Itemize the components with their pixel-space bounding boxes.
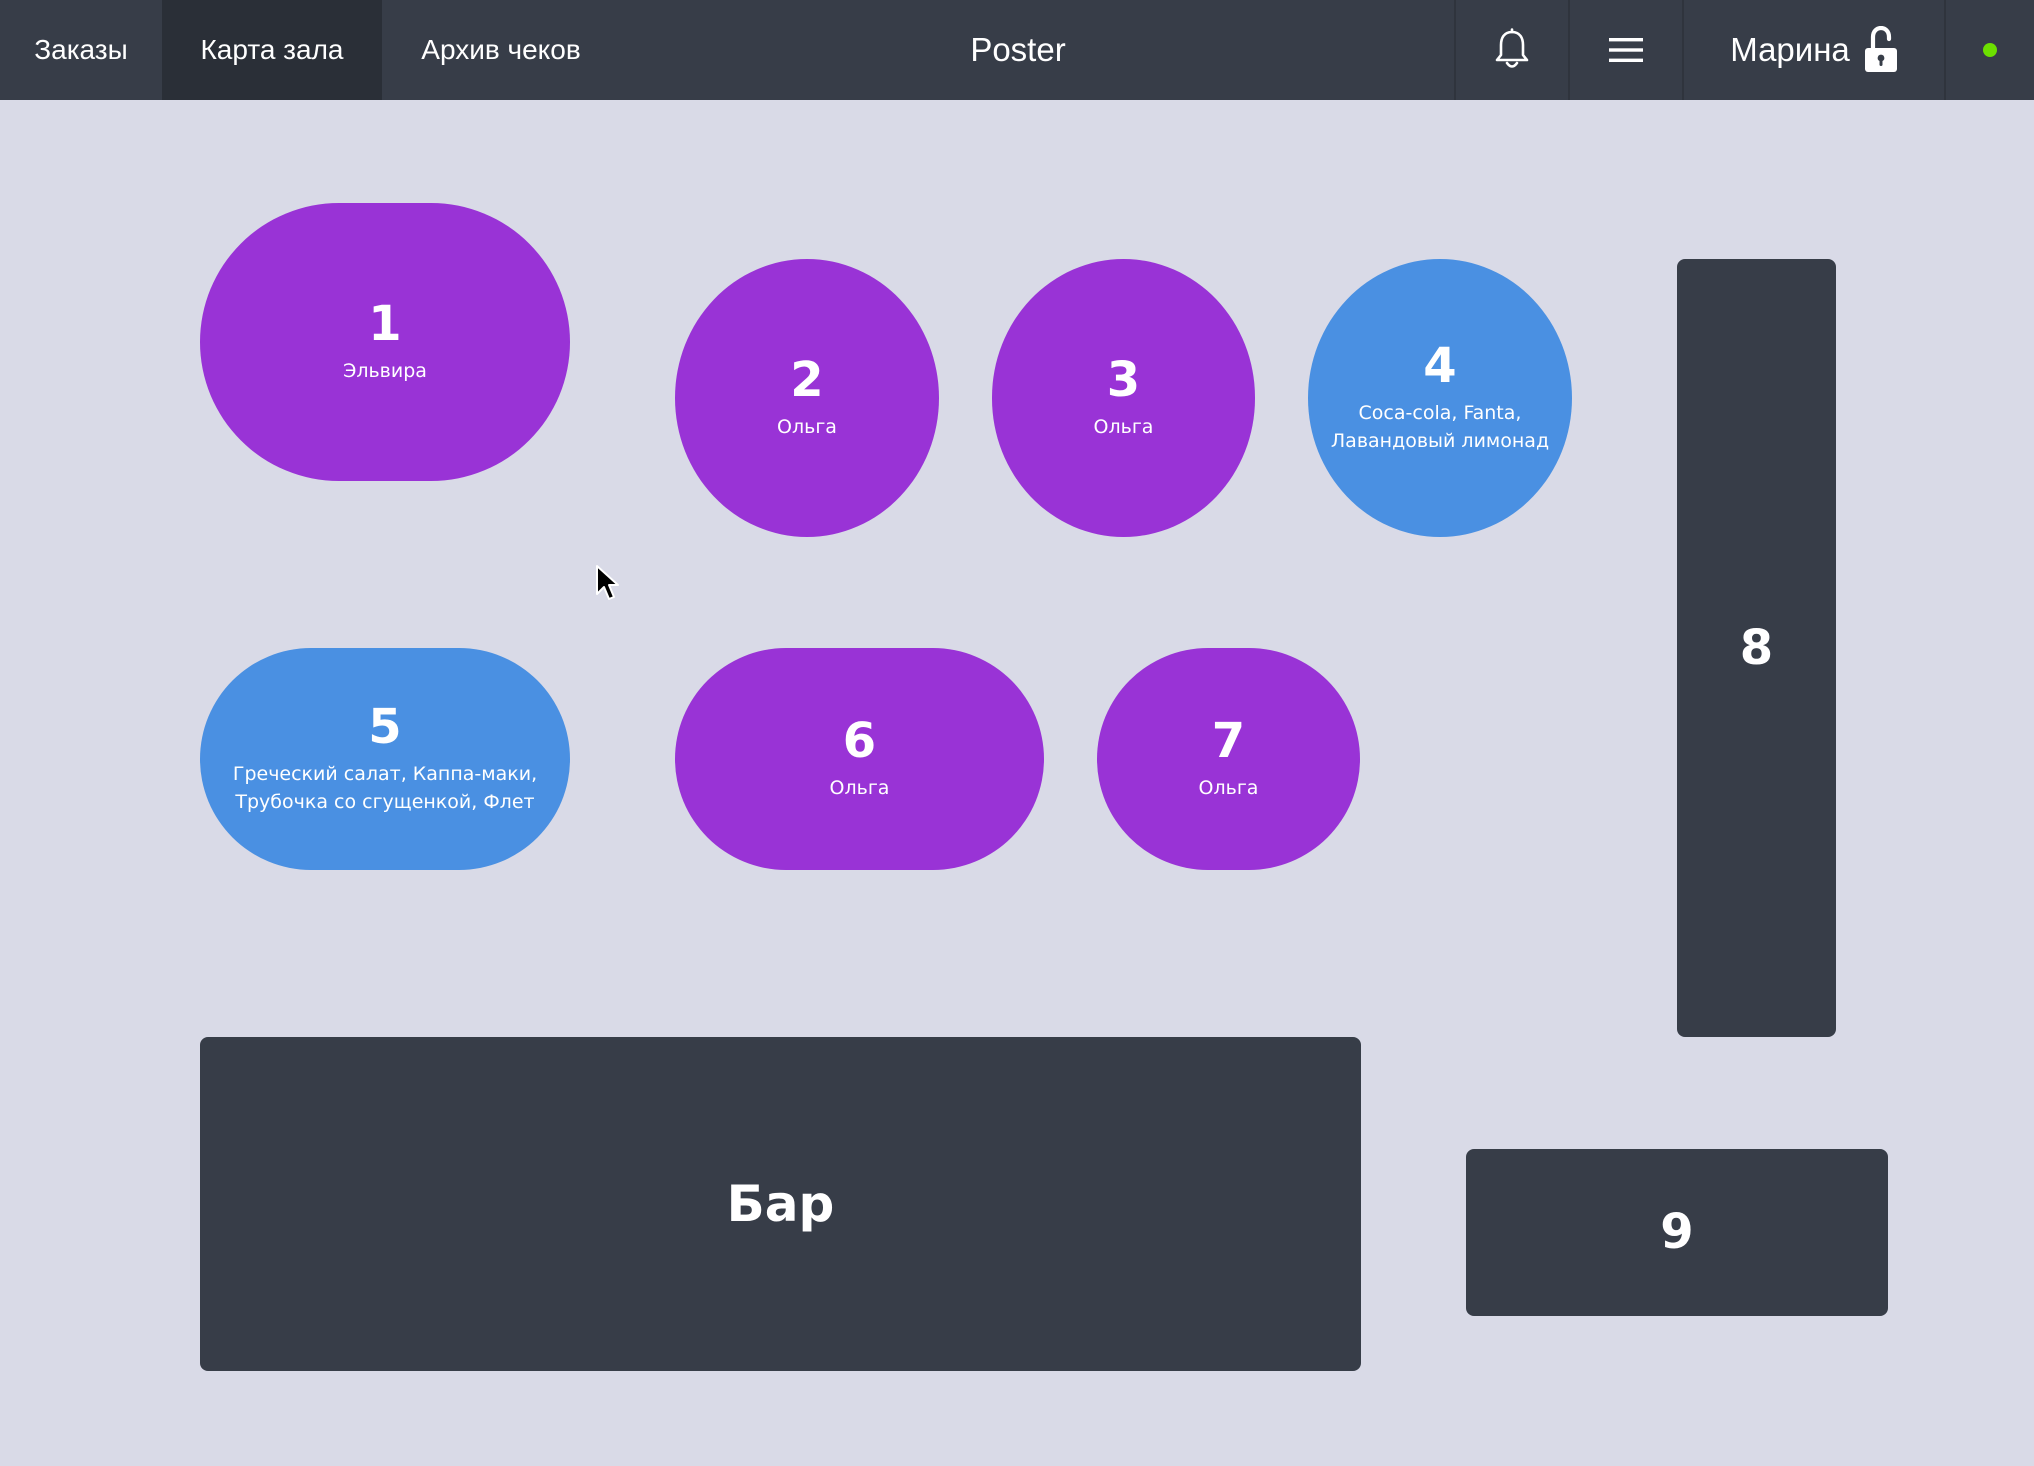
- top-bar: Заказы Карта зала Архив чеков Poster Мар…: [0, 0, 2034, 100]
- bell-icon: [1495, 28, 1529, 68]
- tab-orders[interactable]: Заказы: [0, 0, 162, 100]
- table-number: 5: [368, 698, 402, 755]
- user-account-button[interactable]: Марина: [1684, 0, 1944, 100]
- order-items-line: Трубочка со сгущенкой, Флет: [235, 791, 535, 814]
- table-waiter: Ольга: [1198, 777, 1259, 800]
- tab-receipt-archive[interactable]: Архив чеков: [382, 0, 620, 100]
- unlocked-padlock-icon: [1864, 26, 1897, 72]
- table-order-items: Греческий салат, Каппа-маки, Трубочка со…: [215, 760, 555, 816]
- user-name: Марина: [1730, 31, 1850, 68]
- table-1[interactable]: 1 Эльвира: [200, 203, 570, 481]
- table-4[interactable]: 4 Coca-cola, Fanta, Лавандовый лимонад: [1308, 259, 1572, 537]
- main-menu-button[interactable]: [1570, 0, 1682, 100]
- table-bar[interactable]: Бар: [200, 1037, 1361, 1371]
- notifications-button[interactable]: [1456, 0, 1568, 100]
- table-number: 4: [1423, 337, 1457, 394]
- tab-orders-label: Заказы: [34, 34, 128, 65]
- table-8[interactable]: 8: [1677, 259, 1836, 1037]
- table-2[interactable]: 2 Ольга: [675, 259, 939, 537]
- table-number: 6: [842, 712, 877, 769]
- table-waiter: Ольга: [1093, 416, 1154, 439]
- order-items-line: Греческий салат, Каппа-маки,: [232, 763, 538, 786]
- table-5[interactable]: 5 Греческий салат, Каппа-маки, Трубочка …: [200, 648, 570, 870]
- table-waiter: Ольга: [777, 416, 837, 439]
- table-3[interactable]: 3 Ольга: [992, 259, 1255, 537]
- order-items-line: Лавандовый лимонад: [1330, 430, 1550, 453]
- table-waiter: Эльвира: [343, 360, 427, 383]
- table-number: 2: [790, 351, 824, 408]
- table-number: Бар: [726, 1174, 835, 1233]
- app-title: Poster: [970, 31, 1066, 68]
- table-number: 7: [1211, 712, 1246, 769]
- tab-floor-map[interactable]: Карта зала: [162, 0, 382, 100]
- online-status-indicator: [1946, 0, 2034, 100]
- hamburger-menu-icon: [1609, 38, 1643, 62]
- tab-floor-map-label: Карта зала: [200, 34, 344, 65]
- table-7[interactable]: 7 Ольга: [1097, 648, 1360, 870]
- table-6[interactable]: 6 Ольга: [675, 648, 1044, 870]
- tab-receipt-archive-label: Архив чеков: [421, 34, 581, 65]
- table-9[interactable]: 9: [1466, 1149, 1888, 1316]
- order-items-line: Coca-cola, Fanta,: [1358, 402, 1522, 425]
- table-order-items: Coca-cola, Fanta, Лавандовый лимонад: [1313, 399, 1567, 455]
- online-status-dot: [1983, 43, 1997, 57]
- table-number: 1: [368, 295, 402, 352]
- table-waiter: Ольга: [829, 777, 890, 800]
- mouse-pointer-icon: [596, 565, 619, 600]
- table-number: 9: [1660, 1204, 1694, 1261]
- table-number: 3: [1106, 351, 1141, 408]
- table-number: 8: [1739, 619, 1774, 676]
